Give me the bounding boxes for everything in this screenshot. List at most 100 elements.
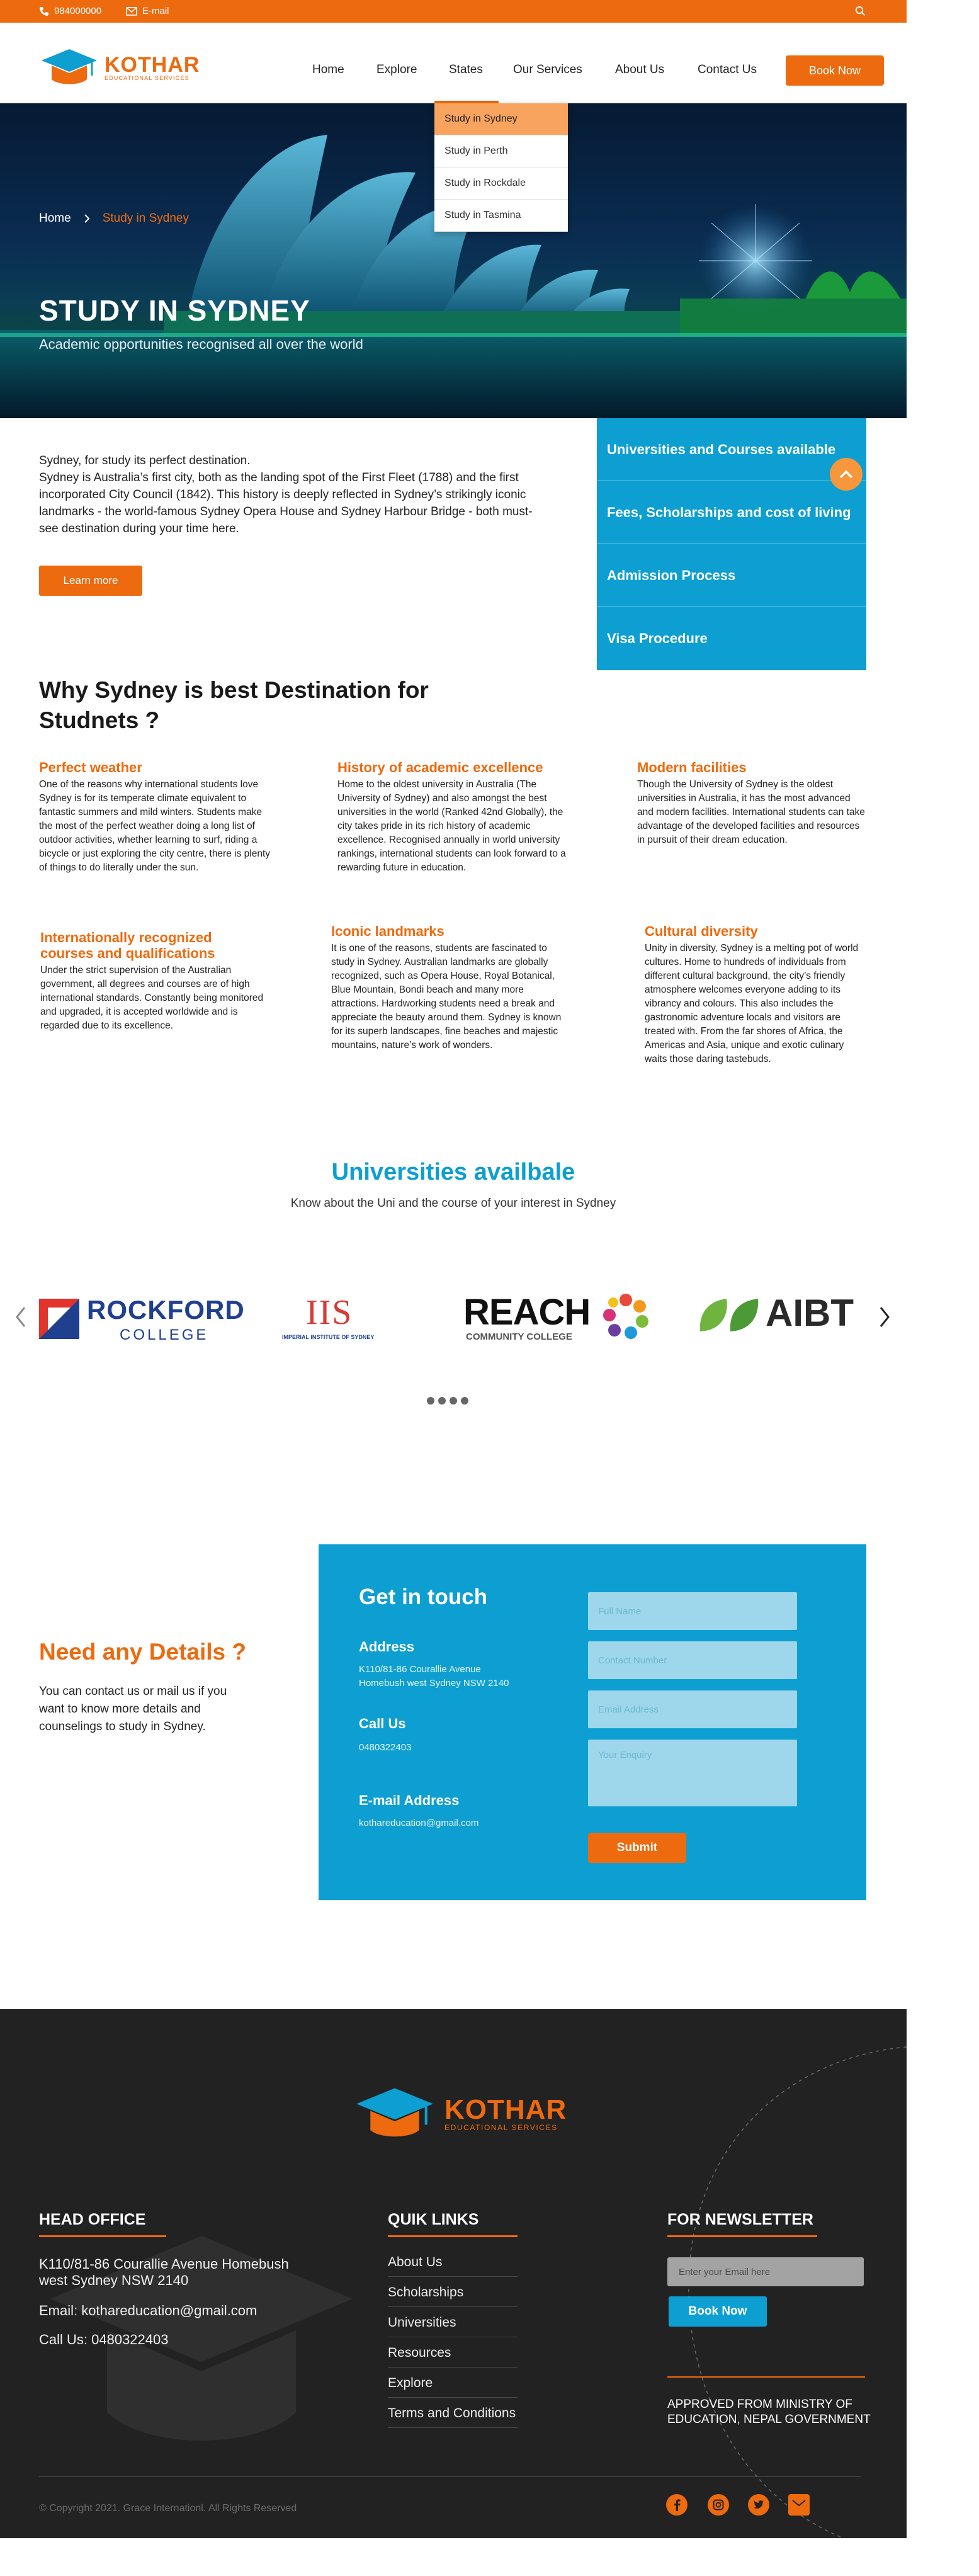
quick-links-heading: QUIK LINKS (388, 2211, 479, 2228)
university-logo-sub: IMPERIAL INSTITUTE OF SYDNEY (282, 1334, 375, 1340)
carousel-dot[interactable] (438, 1397, 446, 1405)
footer-link-universities[interactable]: Universities (388, 2315, 518, 2337)
twitter-link[interactable] (748, 2494, 769, 2516)
university-logo-reach[interactable]: REACH COMMUNITY COLLEGE (463, 1291, 652, 1348)
dropdown-item-sydney[interactable]: Study in Sydney (434, 103, 568, 135)
office-call[interactable]: Call Us: 0480322403 (39, 2332, 310, 2348)
graduation-cap-logo-icon (356, 2088, 433, 2137)
nav-about-us[interactable]: About Us (615, 63, 664, 77)
footer-link-explore[interactable]: Explore (388, 2376, 518, 2398)
breadcrumb-home[interactable]: Home (39, 212, 71, 225)
carousel-dots (427, 1397, 468, 1405)
page-subtitle: Academic opportunities recognised all ov… (39, 336, 363, 352)
email-label: E-mail Address (359, 1792, 460, 1808)
topbar-phone[interactable]: 984000000 (39, 6, 101, 16)
feature-text: Under the strict supervision of the Aust… (40, 965, 264, 1031)
mail-icon (792, 2500, 806, 2509)
page-title: STUDY IN SYDNEY (39, 294, 310, 327)
side-menu-fees[interactable]: Fees, Scholarships and cost of living (597, 481, 866, 544)
facebook-icon (674, 2499, 681, 2511)
nav-contact-us[interactable]: Contact Us (698, 63, 757, 77)
email-link[interactable] (788, 2494, 810, 2516)
universities-heading: Universities availbale (331, 1159, 575, 1185)
search-icon (855, 6, 866, 16)
university-logo-name: REACH (463, 1292, 591, 1333)
feature-text: One of the reasons why international stu… (39, 779, 271, 873)
book-now-button[interactable]: Book Now (786, 55, 884, 86)
full-name-input[interactable] (588, 1592, 797, 1630)
feature-modern-facilities: Modern facilities Though the University … (637, 760, 866, 847)
feature-title: Modern facilities (637, 760, 747, 775)
logo-name: KOTHAR (105, 53, 200, 77)
universities-subtitle: Know about the Uni and the course of you… (290, 1197, 616, 1210)
submit-button[interactable]: Submit (588, 1833, 686, 1863)
newsletter-book-button[interactable]: Book Now (669, 2296, 767, 2327)
feature-title: History of academic excellence (337, 760, 543, 775)
chevron-up-icon (839, 470, 853, 479)
nav-states[interactable]: States (449, 63, 483, 77)
footer-link-about[interactable]: About Us (388, 2255, 518, 2277)
call-value: 0480322403 (359, 1742, 412, 1753)
side-menu: Universities and Courses available Fees,… (597, 418, 866, 670)
dropdown-item-rockdale[interactable]: Study in Rockdale (434, 168, 568, 200)
university-logo-name: AIBT (766, 1292, 854, 1334)
side-menu-universities[interactable]: Universities and Courses available (597, 418, 866, 481)
contact-number-input[interactable] (588, 1641, 797, 1679)
nav-explore[interactable]: Explore (376, 63, 417, 77)
nav-our-services[interactable]: Our Services (513, 63, 582, 77)
university-logo-sub: COMMUNITY COLLEGE (466, 1331, 572, 1342)
enquiry-textarea[interactable] (588, 1740, 797, 1806)
site-header: KOTHAR EDUCATIONAL SERVICES Home Explore… (0, 23, 907, 103)
newsletter-email-input[interactable] (667, 2257, 864, 2286)
university-logo-sub: COLLEGE (120, 1326, 209, 1343)
search-button[interactable] (855, 6, 866, 16)
scroll-to-top-button[interactable] (830, 458, 863, 491)
feature-text: Home to the oldest university in Austral… (337, 779, 566, 873)
learn-more-button[interactable]: Learn more (39, 566, 142, 596)
breadcrumb-current: Study in Sydney (102, 212, 189, 225)
instagram-icon (713, 2499, 724, 2510)
site-logo[interactable]: KOTHAR EDUCATIONAL SERVICES (39, 47, 200, 89)
need-details-heading: Need any Details ? (39, 1639, 247, 1665)
footer-link-terms[interactable]: Terms and Conditions (388, 2406, 518, 2428)
university-logo-iis[interactable]: IIS IMPERIAL INSTITUTE OF SYDNEY (281, 1291, 394, 1348)
rockford-mark-icon (39, 1299, 79, 1339)
university-logo-aibt[interactable]: AIBT (698, 1291, 868, 1348)
intro-lead: Sydney, for study its perfect destinatio… (39, 454, 251, 467)
office-email[interactable]: Email: kothareducation@gmail.com (39, 2303, 341, 2319)
feature-iconic-landmarks: Iconic landmarks It is one of the reason… (331, 923, 564, 1052)
side-menu-visa[interactable]: Visa Procedure (597, 607, 866, 670)
carousel-dot[interactable] (427, 1397, 434, 1405)
carousel-dot[interactable] (461, 1397, 468, 1405)
address-label: Address (359, 1639, 415, 1655)
email-address-input[interactable] (588, 1690, 797, 1728)
newsletter-heading: FOR NEWSLETTER (667, 2211, 813, 2228)
feature-title: Internationally recognized courses and q… (40, 930, 215, 961)
topbar-email[interactable]: E-mail (126, 6, 169, 16)
carousel-prev-button[interactable] (15, 1306, 26, 1332)
footer-link-resources[interactable]: Resources (388, 2345, 518, 2368)
contact-card-title: Get in touch (359, 1585, 488, 1609)
university-logo-rockford[interactable]: ROCKFORD COLLEGE (39, 1291, 244, 1348)
aibt-leaf-icon (699, 1299, 759, 1331)
feature-perfect-weather: Perfect weather One of the reasons why i… (39, 760, 272, 875)
address-line1: K110/81-86 Courallie Avenue (359, 1664, 481, 1675)
dropdown-item-perth[interactable]: Study in Perth (434, 135, 568, 168)
nav-home[interactable]: Home (312, 63, 344, 77)
approved-divider (667, 2376, 865, 2378)
dropdown-item-tasmina[interactable]: Study in Tasmina (434, 200, 568, 232)
side-menu-admission[interactable]: Admission Process (597, 544, 866, 607)
mail-icon (126, 6, 137, 16)
footer-link-scholarships[interactable]: Scholarships (388, 2285, 518, 2307)
instagram-link[interactable] (708, 2494, 729, 2516)
top-bar: 984000000 E-mail (0, 0, 907, 23)
heading-underline (667, 2235, 817, 2237)
footer-logo[interactable]: KOTHAR EDUCATIONAL SERVICES (353, 2085, 567, 2144)
reach-flower-icon (603, 1294, 648, 1339)
feature-text: Though the University of Sydney is the o… (637, 779, 865, 845)
carousel-dot[interactable] (450, 1397, 457, 1405)
carousel-next-button[interactable] (879, 1306, 890, 1332)
phone-icon (40, 6, 48, 16)
feature-title: Perfect weather (39, 760, 142, 775)
facebook-link[interactable] (666, 2494, 688, 2516)
